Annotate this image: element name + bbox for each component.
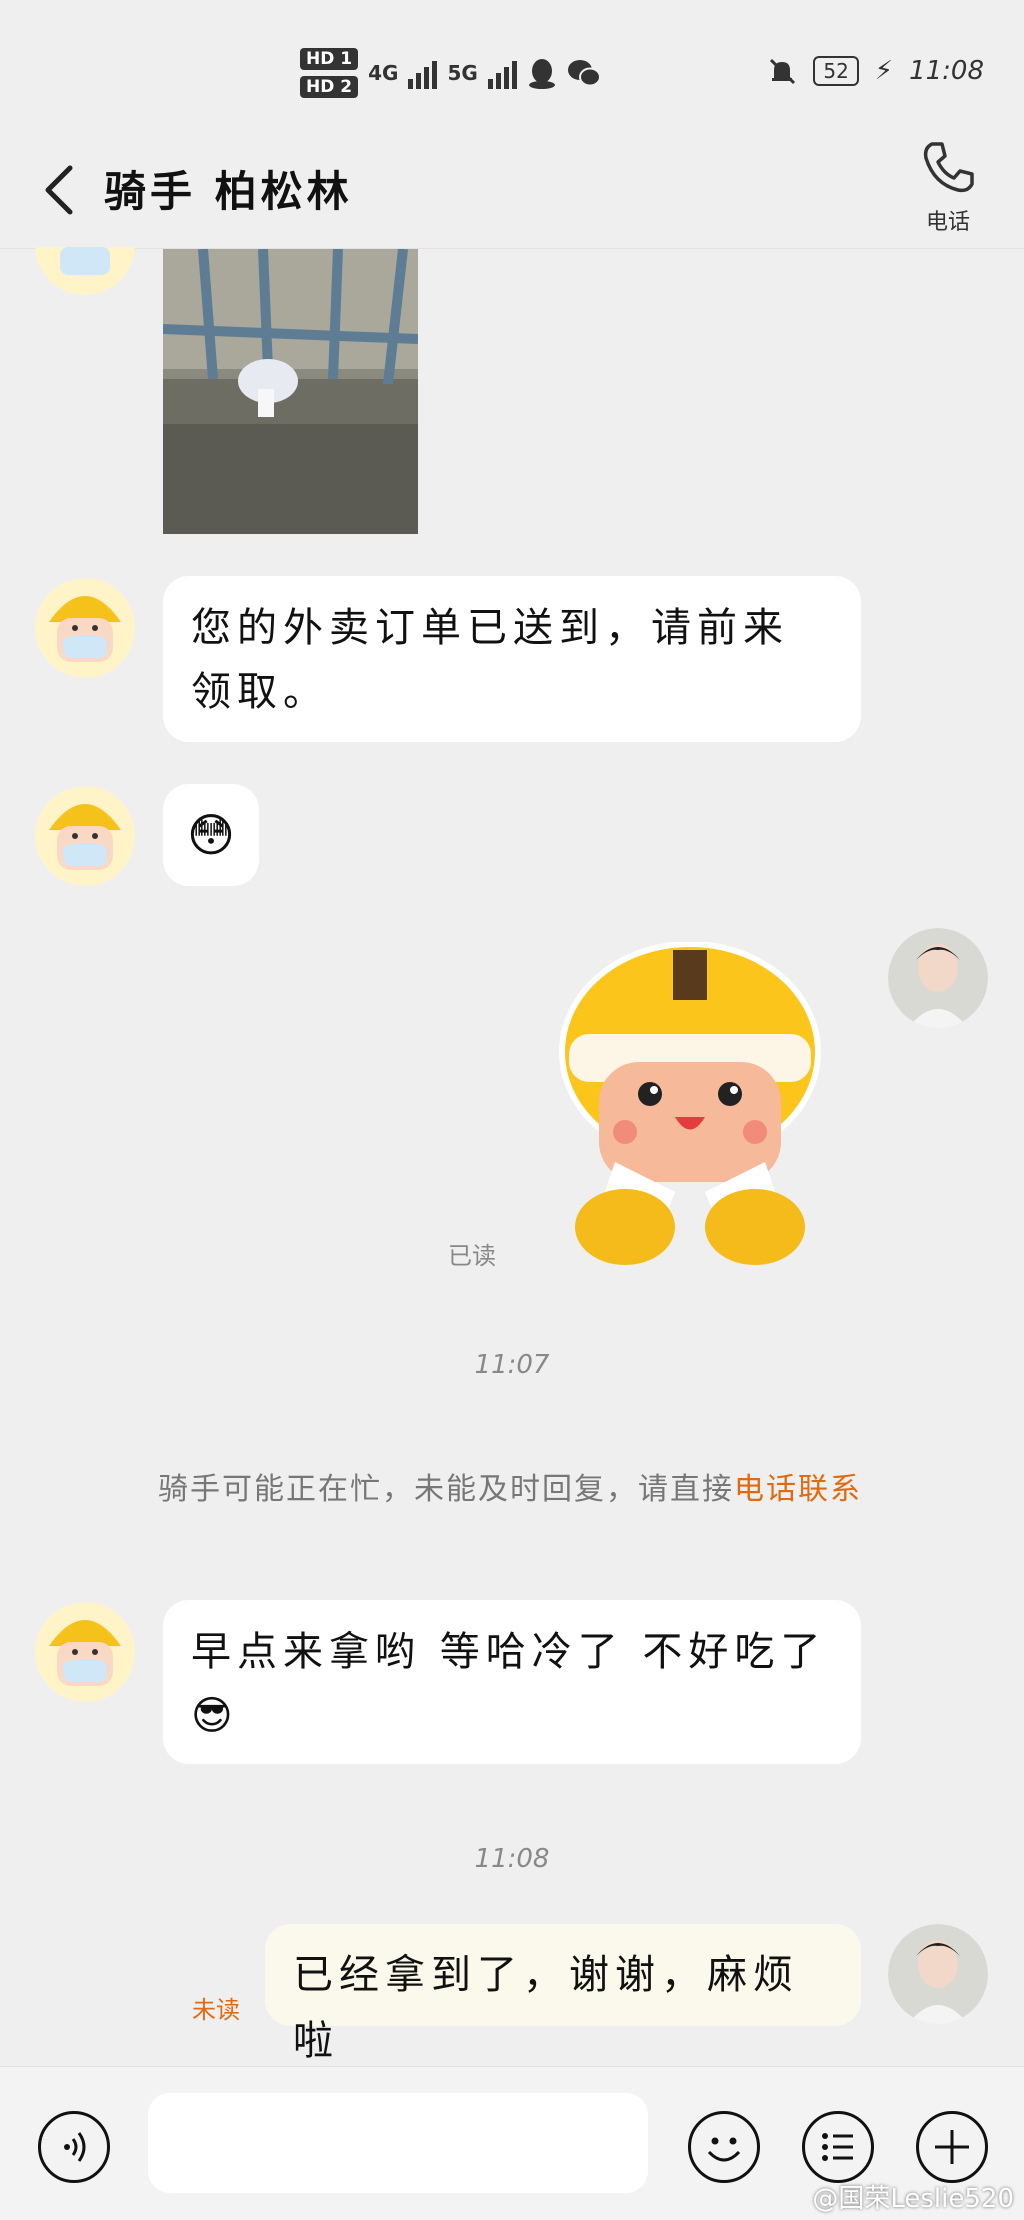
status-bar: HD 1 HD 2 4G 5G 52 ⚡ 11:08 <box>0 0 1024 130</box>
call-link[interactable]: 电话联系 <box>734 1472 862 1507</box>
emoji-button[interactable] <box>688 2111 760 2183</box>
sim2-label: HD 2 <box>300 76 359 98</box>
voice-button[interactable] <box>38 2111 110 2183</box>
smiley-icon[interactable] <box>691 2114 757 2180</box>
signal-icon-2 <box>487 57 517 89</box>
voice-icon[interactable] <box>41 2114 107 2180</box>
net2-label: 5G <box>447 61 478 85</box>
rider-message-bubble[interactable]: 早点来拿哟 等哈冷了 不好吃了 😎 <box>163 1600 861 1764</box>
my-message-text: 已经拿到了，谢谢，麻烦啦 <box>293 1952 799 2064</box>
unread-status: 未读 <box>192 1996 240 2024</box>
chat-title: 骑手 柏松林 <box>104 167 353 216</box>
mute-bell-icon <box>770 58 796 85</box>
back-arrow-icon[interactable] <box>40 162 80 218</box>
net1-label: 4G <box>368 61 399 85</box>
call-button[interactable]: 电话 <box>912 138 984 236</box>
charging-icon: ⚡ <box>874 56 894 86</box>
rider-emoji-bubble[interactable]: 😳 <box>163 784 259 886</box>
my-avatar[interactable] <box>888 928 988 1028</box>
rider-avatar[interactable] <box>35 578 135 678</box>
timestamp: 11:08 <box>474 1844 550 1874</box>
read-status: 已读 <box>448 1242 496 1270</box>
qq-icon <box>528 59 555 89</box>
my-avatar[interactable] <box>888 1924 988 2024</box>
chat-header: 骑手 柏松林 电话 <box>0 130 1024 249</box>
my-message-bubble[interactable]: 已经拿到了，谢谢，麻烦啦 <box>265 1924 861 2064</box>
rider-message-text: 早点来拿哟 等哈冷了 不好吃了 <box>191 1629 827 1675</box>
list-icon[interactable] <box>805 2114 871 2180</box>
message-input[interactable] <box>148 2093 648 2193</box>
courier-sticker[interactable] <box>555 942 825 1272</box>
rider-avatar[interactable] <box>35 1602 135 1702</box>
rider-avatar[interactable] <box>35 786 135 886</box>
battery-indicator: 52 <box>813 56 859 86</box>
sunglasses-emoji-icon: 😎 <box>191 1693 233 1739</box>
phone-icon[interactable] <box>918 138 978 198</box>
delivery-photo-image <box>163 249 418 534</box>
system-notice: 骑手可能正在忙，未能及时回复，请直接电话联系 <box>130 1468 890 1512</box>
signal-icon <box>408 57 438 89</box>
sim-indicators: HD 1 HD 2 <box>300 48 359 98</box>
rider-message-text: 您的外卖订单已送到，请前来领取。 <box>191 605 789 715</box>
call-label: 电话 <box>925 210 970 235</box>
delivery-photo[interactable] <box>163 249 418 534</box>
more-button[interactable] <box>916 2111 988 2183</box>
flushed-emoji-icon: 😳 <box>187 808 235 862</box>
timestamp: 11:07 <box>474 1350 550 1380</box>
status-right: 52 ⚡ 11:08 <box>767 56 984 86</box>
watermark: @国荣Leslie520 <box>812 2184 1014 2214</box>
rider-message-bubble[interactable]: 您的外卖订单已送到，请前来领取。 <box>163 576 861 742</box>
quick-reply-button[interactable] <box>802 2111 874 2183</box>
plus-icon[interactable] <box>919 2114 985 2180</box>
sim1-label: HD 1 <box>300 48 359 70</box>
notice-text: 骑手可能正在忙，未能及时回复，请直接 <box>158 1472 734 1507</box>
wechat-icon <box>567 60 601 87</box>
status-left: HD 1 HD 2 4G 5G <box>300 48 601 98</box>
clock: 11:08 <box>909 56 984 86</box>
